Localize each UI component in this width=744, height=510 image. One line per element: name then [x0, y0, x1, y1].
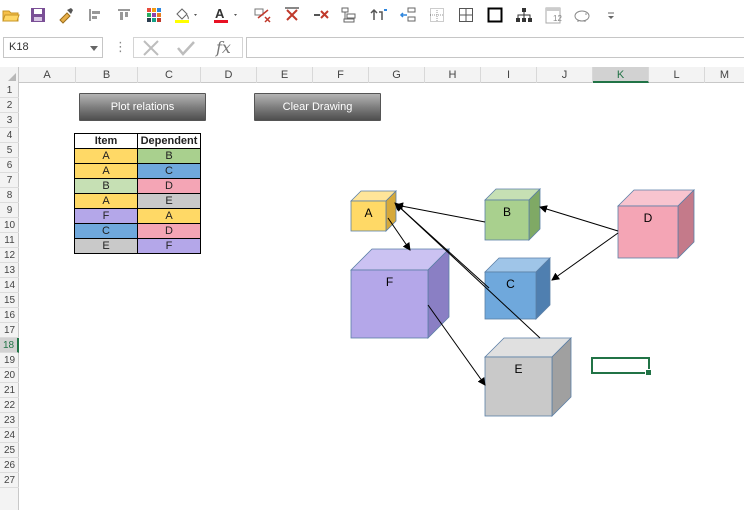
cube-c[interactable]: C: [484, 257, 551, 320]
cube-label: D: [644, 211, 653, 225]
cube-d[interactable]: D: [617, 189, 695, 259]
relations-drawing: A B C D E F: [350, 188, 695, 417]
cube-label: A: [364, 206, 372, 220]
cube-e[interactable]: E: [484, 337, 572, 417]
arrow-f-to-e[interactable]: [427, 304, 486, 386]
arrow-b-to-a[interactable]: [395, 202, 486, 223]
cube-label: B: [503, 205, 511, 219]
cube-label: C: [506, 277, 515, 291]
cube-f[interactable]: F: [350, 248, 450, 339]
arrow-d-to-b[interactable]: [539, 205, 619, 232]
cube-label: F: [386, 275, 393, 289]
arrow-d-to-c[interactable]: [551, 232, 619, 281]
cube-label: E: [514, 362, 522, 376]
arrow-a-to-f[interactable]: [387, 217, 411, 251]
cube-a[interactable]: A: [350, 190, 397, 232]
cube-b[interactable]: B: [484, 188, 541, 241]
